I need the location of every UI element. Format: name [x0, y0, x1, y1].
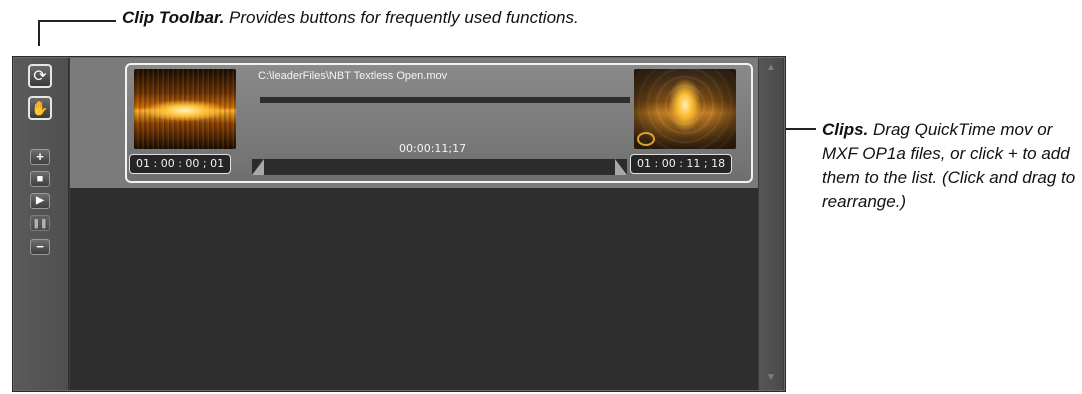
pause-icon: ❚❚ — [32, 218, 48, 228]
stop-button[interactable]: ■ — [30, 171, 50, 187]
clip-list: 01 : 00 : 00 ; 01 C:\leaderFiles\NBT Tex… — [70, 58, 758, 390]
add-clip-button[interactable]: + — [30, 149, 50, 165]
clip-row[interactable]: 01 : 00 : 00 ; 01 C:\leaderFiles\NBT Tex… — [70, 58, 758, 188]
stop-icon: ■ — [36, 173, 44, 185]
loop-icon: ⟳ — [33, 68, 47, 85]
clip-file-path: C:\leaderFiles\NBT Textless Open.mov — [258, 70, 448, 82]
play-icon: ▶ — [36, 195, 44, 206]
trim-out-handle[interactable] — [615, 159, 627, 175]
callout-text: Provides buttons for frequently used fun… — [224, 8, 579, 27]
clip-toolbar: ⟳ ✋ + ■ ▶ ❚❚ − — [14, 58, 69, 390]
scroll-up-icon[interactable]: ▲ — [759, 60, 783, 76]
clip-item[interactable]: 01 : 00 : 00 ; 01 C:\leaderFiles\NBT Tex… — [125, 63, 753, 183]
clip-panel: ⟳ ✋ + ■ ▶ ❚❚ − 01 : 00 : 00 ; 01 C:\lead… — [12, 56, 786, 392]
trim-in-handle[interactable] — [252, 159, 264, 175]
callout-title: Clip Toolbar. — [122, 8, 225, 27]
play-button[interactable]: ▶ — [30, 193, 50, 209]
pause-button[interactable]: ❚❚ — [30, 215, 50, 231]
minus-icon: − — [36, 239, 44, 254]
hand-button[interactable]: ✋ — [28, 96, 52, 120]
film-reel-icon — [637, 132, 655, 146]
scroll-down-icon[interactable]: ▼ — [759, 370, 783, 386]
clip-list-scrollbar[interactable]: ▲ ▼ — [759, 58, 783, 390]
toolbar-leader-vertical — [38, 20, 40, 46]
clip-timecode-in: 01 : 00 : 00 ; 01 — [129, 154, 232, 174]
clip-timecode-out: 01 : 00 : 11 ; 18 — [630, 154, 733, 174]
clip-start-thumbnail — [134, 69, 236, 149]
clips-callout: Clips. Drag QuickTime mov or MXF OP1a fi… — [822, 118, 1082, 214]
clip-progress-track — [260, 97, 630, 103]
toolbar-leader-horizontal — [38, 20, 116, 22]
clip-end-thumbnail — [634, 69, 736, 149]
plus-icon: + — [36, 149, 44, 164]
clip-duration: 00:00:11;17 — [399, 142, 467, 155]
clip-trim-bar[interactable] — [252, 159, 627, 175]
clip-toolbar-callout: Clip Toolbar. Provides buttons for frequ… — [122, 8, 579, 28]
remove-clip-button[interactable]: − — [30, 239, 50, 255]
loop-button[interactable]: ⟳ — [28, 64, 52, 88]
callout-title: Clips. — [822, 120, 869, 139]
hand-icon: ✋ — [31, 99, 49, 116]
